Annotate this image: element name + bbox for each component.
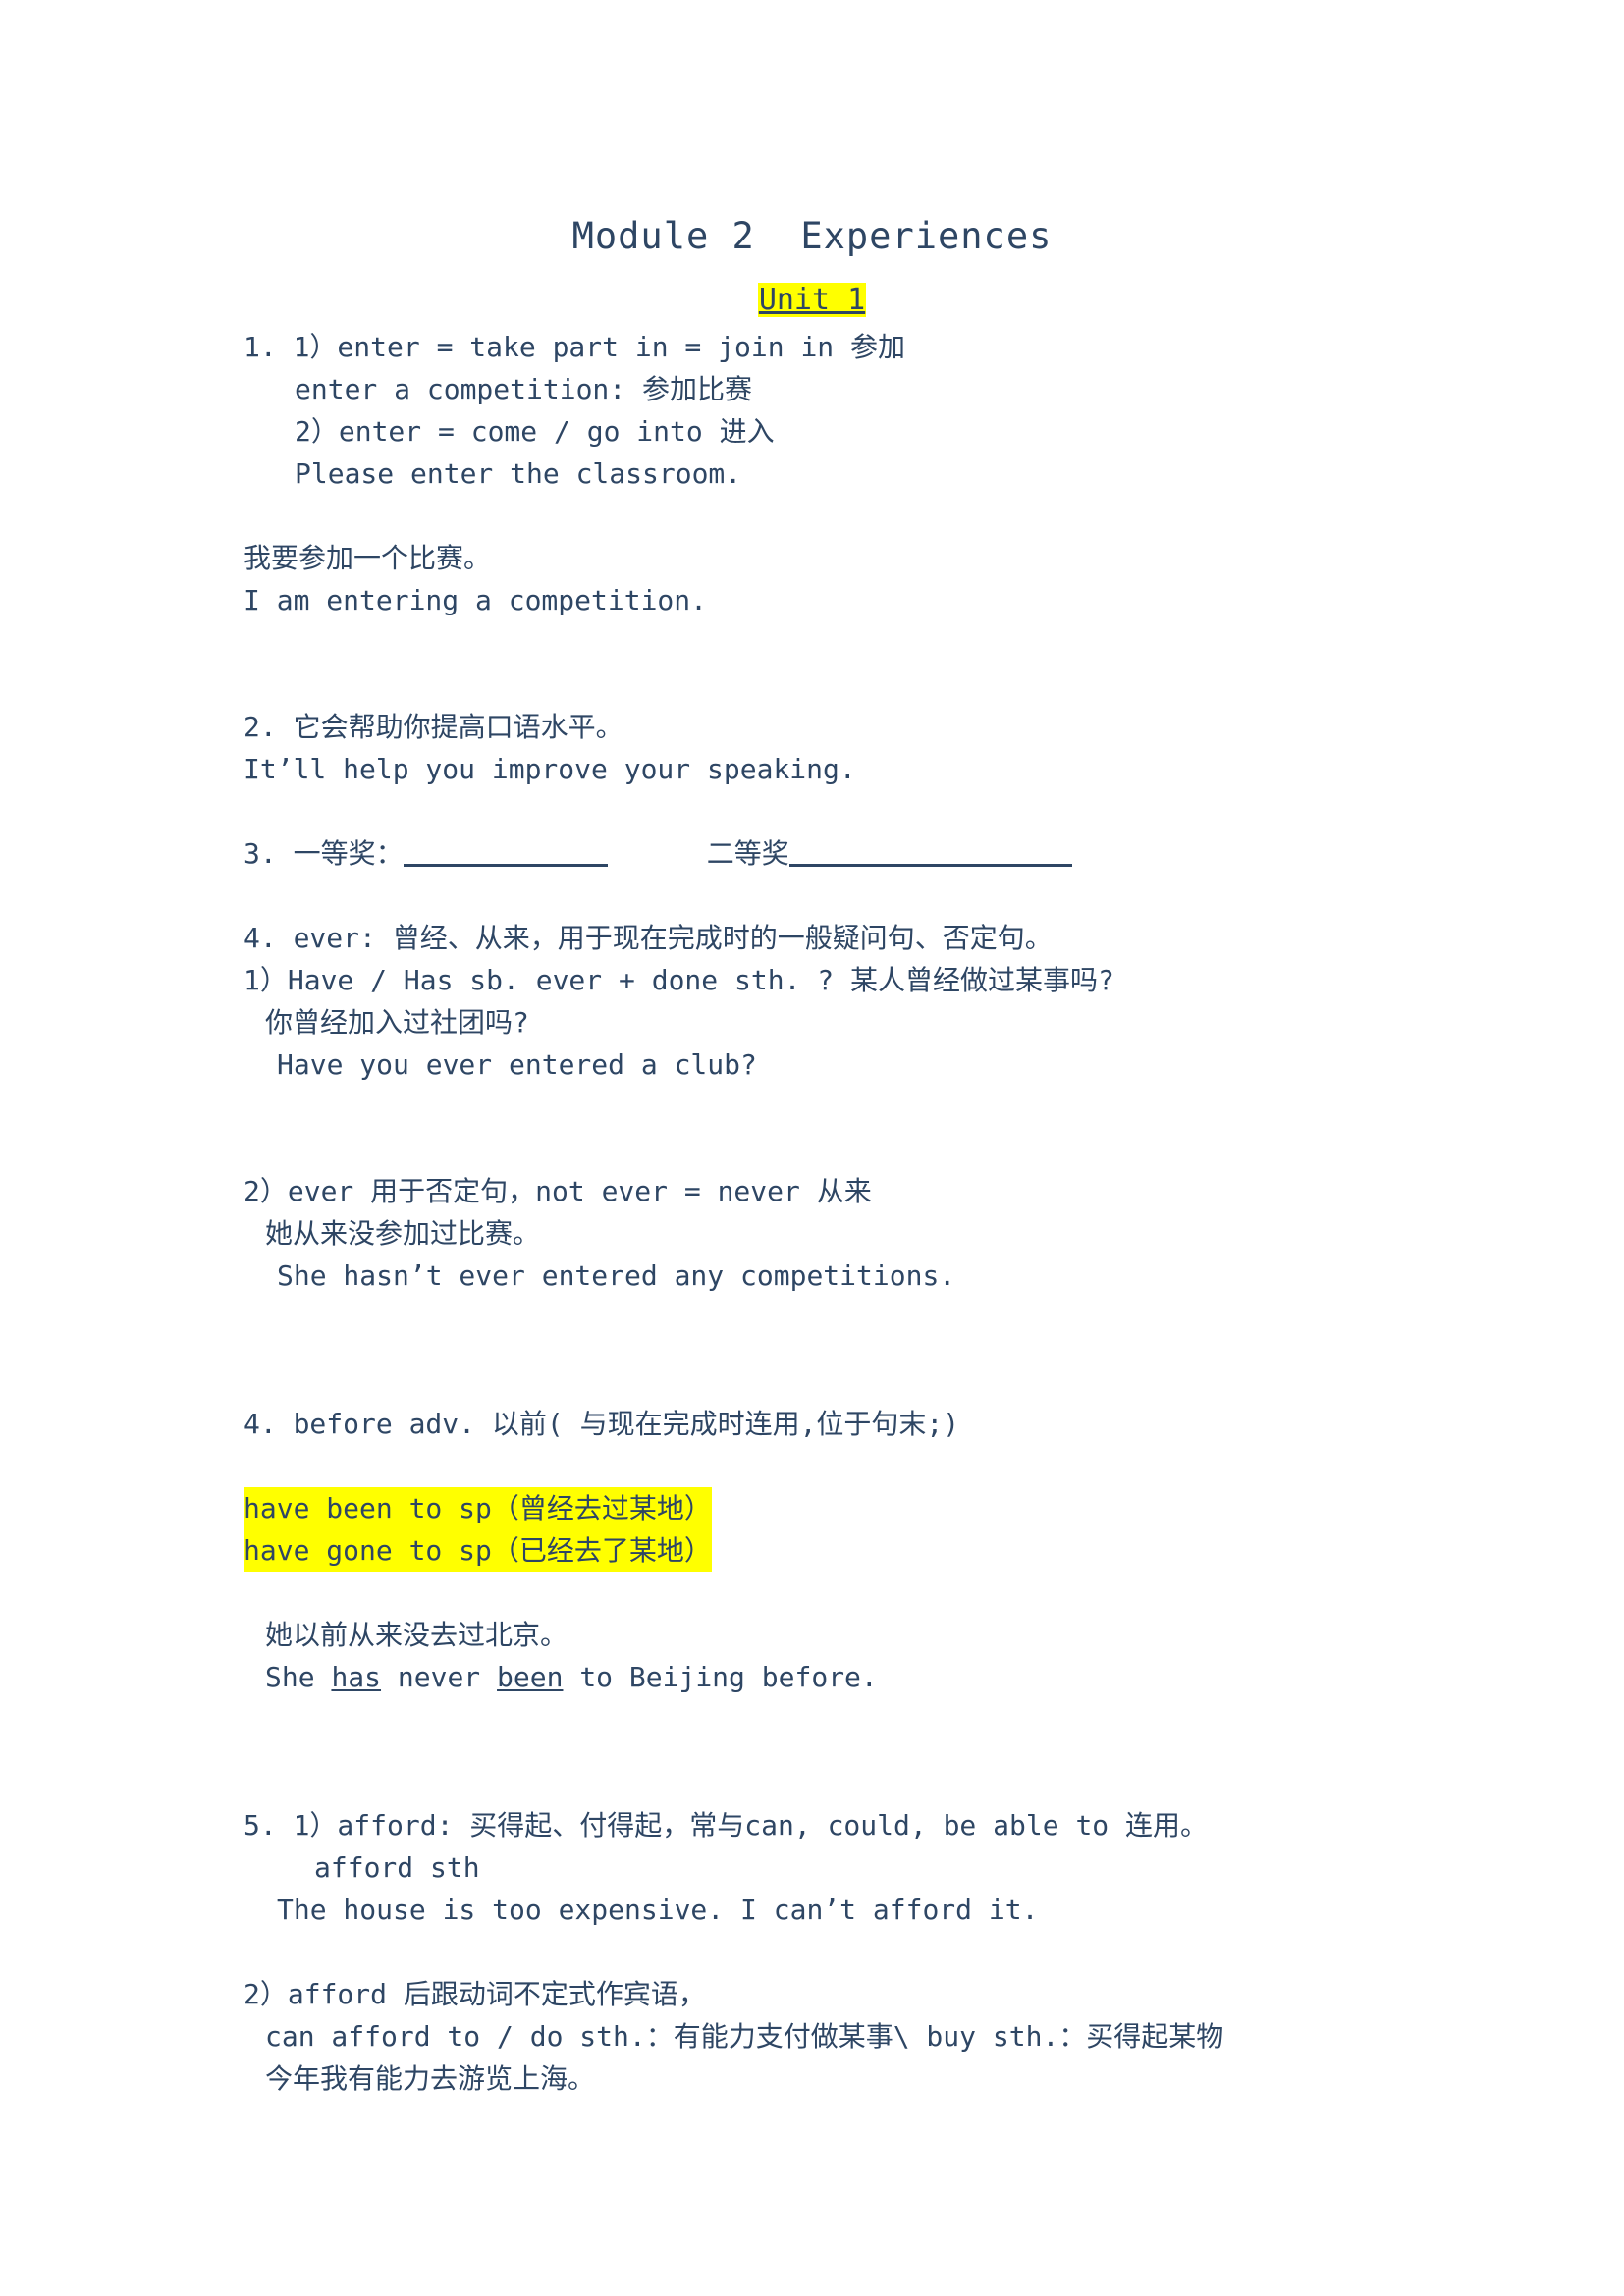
- item4-ever-sub2-line3: She hasn’t ever entered any competitions…: [277, 1259, 956, 1292]
- example1-english: I am entering a competition.: [244, 584, 708, 616]
- item5-sub2-line1: 2）afford 后跟动词不定式作宾语，: [244, 1978, 706, 2010]
- unit-heading: Unit 1: [0, 281, 1624, 319]
- item5-sub2-line3: 今年我有能力去游览上海。: [265, 2062, 596, 2095]
- example-en-underline-been: been: [497, 1661, 564, 1693]
- item5-sub1-line3: The house is too expensive. I can’t affo…: [277, 1894, 1039, 1926]
- item3-spacer: [608, 837, 707, 870]
- highlight-have-gone-to: have gone to sp（已经去了某地）: [244, 1529, 712, 1572]
- item1-line4: Please enter the classroom.: [295, 457, 742, 490]
- item1-line2: enter a competition: 参加比赛: [295, 373, 753, 405]
- item3-label1: 3. 一等奖：: [244, 837, 404, 870]
- unit-heading-highlight: Unit 1: [757, 283, 867, 317]
- item3-blank-second-prize[interactable]: [788, 864, 1072, 867]
- item3-line: 3. 一等奖： 二等奖: [244, 832, 1471, 875]
- item4-before-highlight1-row: have been to sp（曾经去过某地）: [244, 1487, 1471, 1529]
- example1-chinese: 我要参加一个比赛。: [244, 542, 492, 574]
- example-en-post: to Beijing before.: [563, 1661, 878, 1693]
- item4-ever-sub1-line2: 你曾经加入过社团吗?: [265, 1006, 529, 1039]
- highlight-have-been-to: have been to sp（曾经去过某地）: [244, 1487, 712, 1529]
- example-en-pre: She: [265, 1661, 332, 1693]
- item4-ever-sub1-line1: 1）Have / Has sb. ever + done sth. ? 某人曾经…: [244, 964, 1114, 996]
- item4-ever-sub1-line3: Have you ever entered a club?: [277, 1048, 757, 1081]
- item5-sub1-line2: afford sth: [314, 1851, 480, 1884]
- item3-label2: 二等奖: [706, 837, 789, 870]
- item5-sub2-line2: can afford to / do sth.：有能力支付做某事\ buy st…: [265, 2020, 1224, 2053]
- item5-sub1-line1: 5. 1）afford: 买得起、付得起，常与can, could, be ab…: [244, 1809, 1209, 1842]
- item1-line1: 1. 1）enter = take part in = join in 参加: [244, 331, 906, 363]
- item4-before-highlight2-row: have gone to sp（已经去了某地）: [244, 1529, 1471, 1572]
- item4-ever-sub2-line2: 她从来没参加过比赛。: [265, 1217, 541, 1250]
- document-page: Module 2 Experiences Unit 1 1. 1）enter =…: [0, 0, 1624, 2296]
- example-en-mid: never: [381, 1661, 498, 1693]
- item3-blank-first-prize[interactable]: [403, 864, 608, 867]
- item1-line3: 2）enter = come / go into 进入: [295, 415, 775, 448]
- document-body: 1. 1）enter = take part in = join in 参加 e…: [244, 326, 1471, 2100]
- item4-ever-sub2-line1: 2）ever 用于否定句，not ever = never 从来: [244, 1175, 872, 1207]
- example-en-underline-has: has: [331, 1661, 382, 1693]
- item4-before-line1: 4. before adv. 以前( 与现在完成时连用,位于句末;): [244, 1408, 960, 1440]
- item4-ever-line1: 4. ever: 曾经、从来，用于现在完成时的一般疑问句、否定句。: [244, 922, 1053, 954]
- item2-line2: It’ll help you improve your speaking.: [244, 753, 856, 785]
- item4-before-example-cn: 她以前从来没去过北京。: [265, 1619, 568, 1651]
- page-title: Module 2 Experiences: [571, 215, 1053, 257]
- item2-line1: 2. 它会帮助你提高口语水平。: [244, 711, 623, 743]
- item4-before-example-en: She has never been to Beijing before.: [244, 1656, 1471, 1698]
